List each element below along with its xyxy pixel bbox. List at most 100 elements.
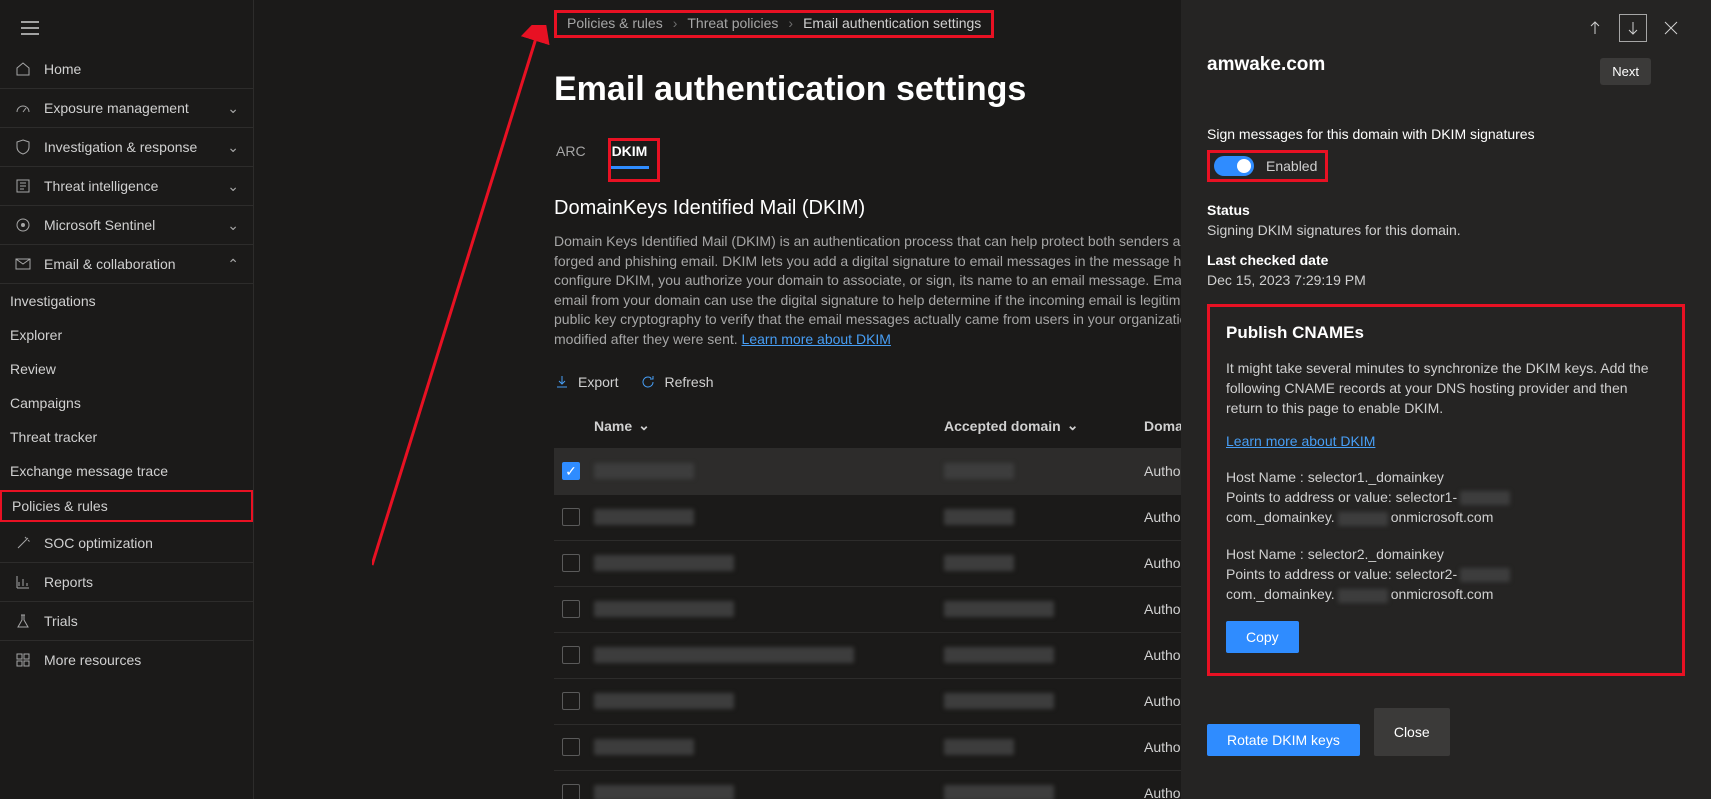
sidebar-sub-investigations[interactable]: Investigations [0, 284, 253, 318]
lastchecked-label: Last checked date [1207, 252, 1685, 268]
breadcrumb-threat-policies[interactable]: Threat policies [687, 15, 778, 31]
sidebar-item-investigation[interactable]: Investigation & response ⌄ [0, 128, 253, 167]
table-row[interactable]: Authoritative [554, 494, 1284, 540]
tab-arc[interactable]: ARC [554, 137, 588, 169]
sidebar-label-soc: SOC optimization [44, 535, 153, 551]
hamburger-menu-button[interactable] [16, 14, 44, 42]
hamburger-icon [21, 21, 39, 35]
sidebar-item-threat-intel[interactable]: Threat intelligence ⌄ [0, 167, 253, 206]
table-row[interactable]: Authoritative [554, 632, 1284, 678]
sidebar-sub-explorer[interactable]: Explorer [0, 318, 253, 352]
mail-icon [14, 255, 32, 273]
sidebar-sub-threat-tracker[interactable]: Threat tracker [0, 420, 253, 454]
redacted-cell [594, 647, 854, 663]
sidebar-label-reports: Reports [44, 574, 93, 590]
redacted-value [1460, 568, 1510, 582]
next-tooltip: Next [1600, 58, 1651, 85]
redacted-cell [944, 601, 1054, 617]
sidebar-item-more-resources[interactable]: More resources [0, 641, 253, 679]
redacted-value [1338, 512, 1388, 526]
column-header-name[interactable]: Name⌄ [594, 417, 944, 434]
sidebar-label-investigation: Investigation & response [44, 139, 197, 155]
table-row[interactable]: Authoritative [554, 724, 1284, 770]
redacted-value [1460, 491, 1510, 505]
details-panel: Next amwake.com Sign messages for this d… [1181, 0, 1711, 799]
sidebar-label-exposure: Exposure management [44, 100, 189, 116]
row-checkbox[interactable] [562, 692, 580, 710]
refresh-button[interactable]: Refresh [640, 374, 713, 390]
table-row[interactable]: Authoritative [554, 540, 1284, 586]
sort-icon: ⌄ [1067, 417, 1079, 434]
arrow-up-icon [1587, 20, 1603, 36]
chevron-down-icon: ⌄ [227, 100, 239, 117]
sidebar-item-email-collab[interactable]: Email & collaboration ⌃ [0, 245, 253, 284]
table-row[interactable]: ✓ Authoritative [554, 448, 1284, 494]
annotation-highlight-box: Enabled [1207, 150, 1328, 182]
wand-icon [14, 534, 32, 552]
chevron-right-icon: › [788, 15, 793, 31]
column-header-accepted[interactable]: Accepted domain⌄ [944, 417, 1144, 434]
sidebar-label-trials: Trials [44, 613, 78, 629]
sidebar-item-reports[interactable]: Reports [0, 563, 253, 602]
row-checkbox[interactable]: ✓ [562, 462, 580, 480]
redacted-cell [944, 647, 1054, 663]
sidebar-item-home[interactable]: Home [0, 50, 253, 89]
sidebar-label-sentinel: Microsoft Sentinel [44, 217, 155, 233]
breadcrumb: Policies & rules › Threat policies › Ema… [554, 10, 994, 38]
breadcrumb-policies[interactable]: Policies & rules [567, 15, 663, 31]
learn-more-link[interactable]: Learn more about DKIM [742, 331, 891, 347]
learn-more-dkim-link[interactable]: Learn more about DKIM [1226, 433, 1375, 449]
redacted-cell [944, 785, 1054, 799]
chevron-down-icon: ⌄ [227, 178, 239, 195]
row-checkbox[interactable] [562, 508, 580, 526]
sort-icon: ⌄ [638, 417, 650, 434]
redacted-cell [594, 693, 734, 709]
sidebar-item-soc[interactable]: SOC optimization [0, 524, 253, 563]
annotation-arrow [372, 25, 572, 595]
sidebar-sub-campaigns[interactable]: Campaigns [0, 386, 253, 420]
row-checkbox[interactable] [562, 738, 580, 756]
redacted-cell [594, 509, 694, 525]
rotate-keys-button[interactable]: Rotate DKIM keys [1207, 724, 1360, 756]
close-panel-button[interactable] [1657, 14, 1685, 42]
row-checkbox[interactable] [562, 554, 580, 572]
row-checkbox[interactable] [562, 600, 580, 618]
copy-button[interactable]: Copy [1226, 621, 1299, 653]
next-button[interactable] [1619, 14, 1647, 42]
row-checkbox[interactable] [562, 646, 580, 664]
redacted-cell [944, 693, 1054, 709]
sign-messages-label: Sign messages for this domain with DKIM … [1207, 126, 1685, 142]
sidebar-label-home: Home [44, 61, 81, 77]
export-button[interactable]: Export [554, 374, 618, 390]
row-checkbox[interactable] [562, 784, 580, 799]
table-row[interactable]: Authoritative [554, 678, 1284, 724]
sidebar-item-sentinel[interactable]: Microsoft Sentinel ⌄ [0, 206, 253, 245]
home-icon [14, 60, 32, 78]
previous-button[interactable] [1581, 14, 1609, 42]
sidebar-sub-exchange-trace[interactable]: Exchange message trace [0, 454, 253, 488]
sidebar-label-threatintel: Threat intelligence [44, 178, 158, 194]
sidebar-item-trials[interactable]: Trials [0, 602, 253, 641]
redacted-cell [944, 463, 1014, 479]
publish-title: Publish CNAMEs [1226, 321, 1666, 346]
sidebar: Home Exposure management ⌄ Investigation… [0, 0, 254, 799]
status-label: Status [1207, 202, 1685, 218]
sidebar-sub-review[interactable]: Review [0, 352, 253, 386]
table-row[interactable]: Authoritative [554, 586, 1284, 632]
sidebar-sub-policies-rules[interactable]: Policies & rules [0, 490, 253, 522]
close-button[interactable]: Close [1374, 708, 1450, 756]
flask-icon [14, 612, 32, 630]
table-header-row: Name⌄ Accepted domain⌄ Domain Type⌄ [554, 404, 1284, 448]
tab-dkim[interactable]: DKIM [610, 137, 650, 169]
dkim-enabled-toggle[interactable] [1214, 156, 1254, 176]
breadcrumb-current: Email authentication settings [803, 15, 981, 31]
toggle-state-label: Enabled [1266, 158, 1317, 174]
sidebar-item-exposure[interactable]: Exposure management ⌄ [0, 89, 253, 128]
intel-icon [14, 177, 32, 195]
chevron-up-icon: ⌃ [227, 256, 239, 273]
shield-icon [14, 138, 32, 156]
cname-record-1: Host Name : selector1._domainkey Points … [1226, 467, 1666, 528]
redacted-cell [944, 555, 1014, 571]
redacted-cell [944, 509, 1014, 525]
table-row[interactable]: Authoritative [554, 770, 1284, 799]
